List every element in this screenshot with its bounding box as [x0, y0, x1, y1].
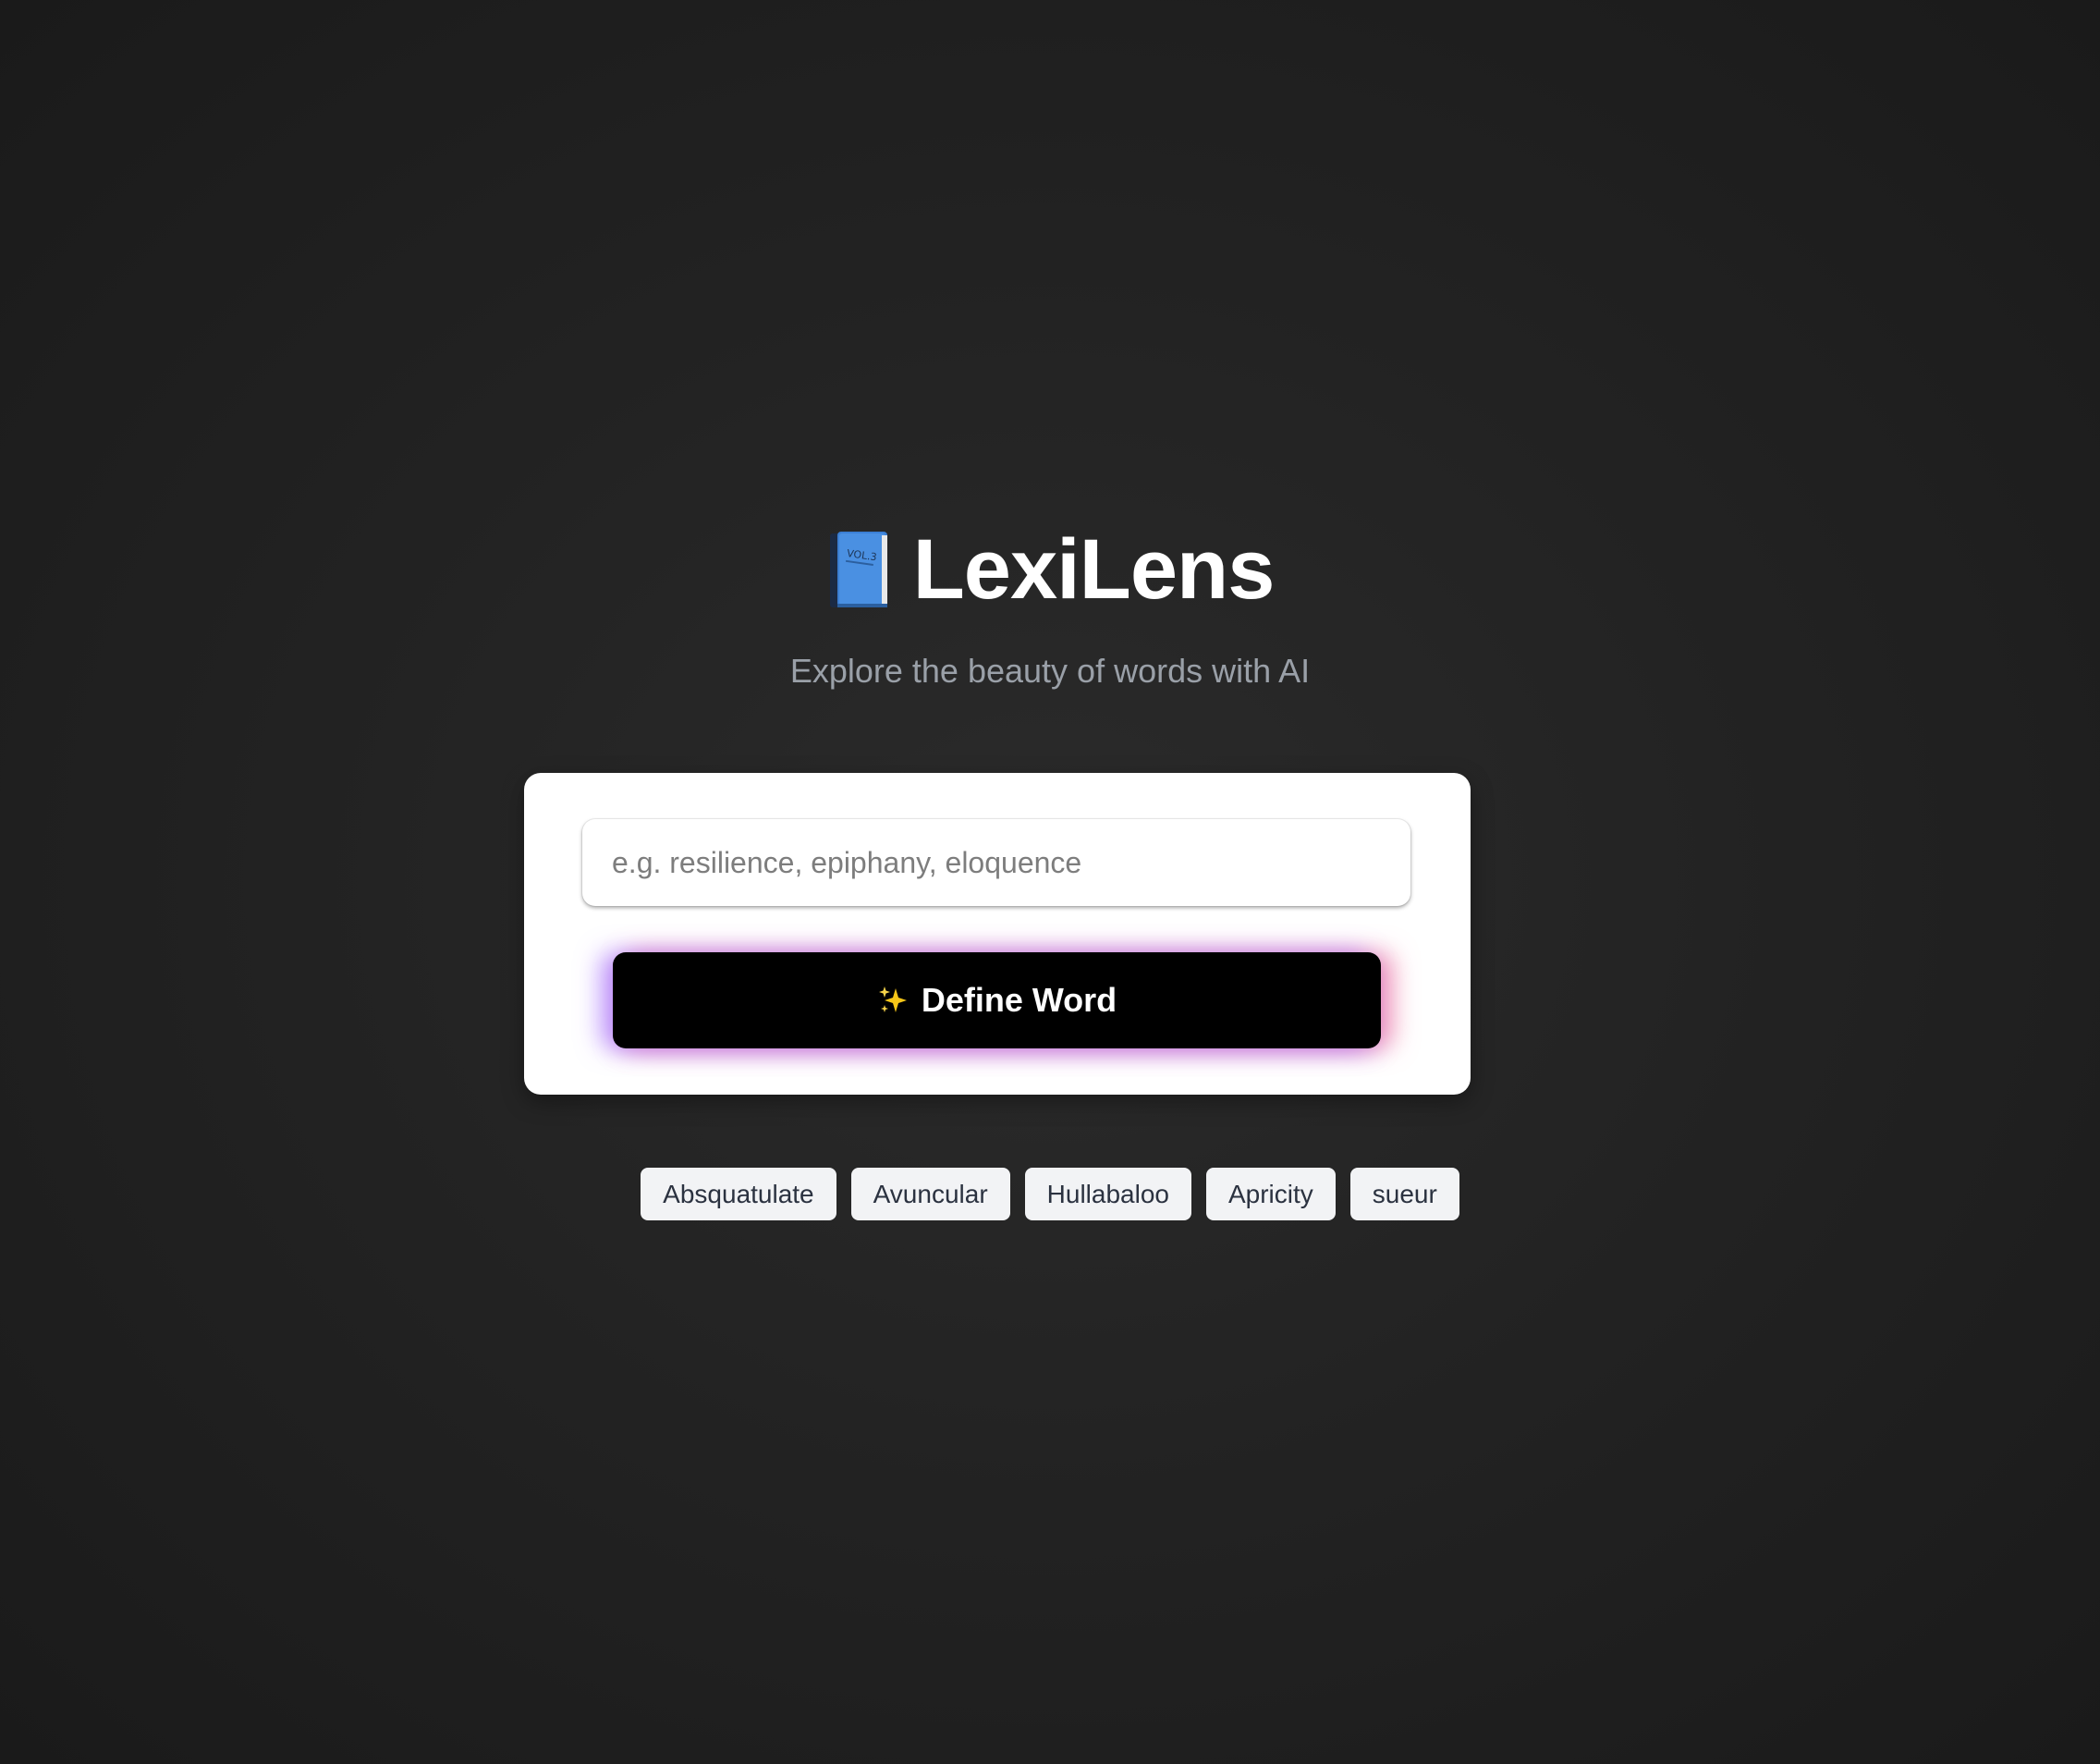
word-input[interactable] — [582, 819, 1410, 906]
hero-section: VOL.3 LexiLens Explore the beauty of wor… — [0, 0, 2100, 1764]
app-header: VOL.3 LexiLens — [0, 527, 2100, 612]
search-card: Define Word — [524, 773, 1471, 1095]
page-subtitle: Explore the beauty of words with AI — [789, 652, 1311, 690]
suggestion-chip-apricity[interactable]: Apricity — [1205, 1168, 1336, 1220]
define-word-button[interactable]: Define Word — [613, 952, 1381, 1048]
define-word-label: Define Word — [921, 981, 1117, 1019]
suggestion-chip-hullabaloo[interactable]: Hullabaloo — [1024, 1168, 1191, 1220]
page-title: LexiLens — [912, 522, 1276, 617]
blue-book-icon: VOL.3 — [826, 528, 891, 611]
sparkles-icon — [877, 985, 909, 1016]
suggestion-chips: Absquatulate Avuncular Hullabaloo Aprici… — [0, 1168, 2100, 1220]
suggestion-chip-absquatulate[interactable]: Absquatulate — [641, 1168, 836, 1220]
search-field-wrapper — [582, 819, 1410, 906]
suggestion-chip-sueur[interactable]: sueur — [1349, 1168, 1459, 1220]
suggestion-chip-avuncular[interactable]: Avuncular — [850, 1168, 1010, 1220]
